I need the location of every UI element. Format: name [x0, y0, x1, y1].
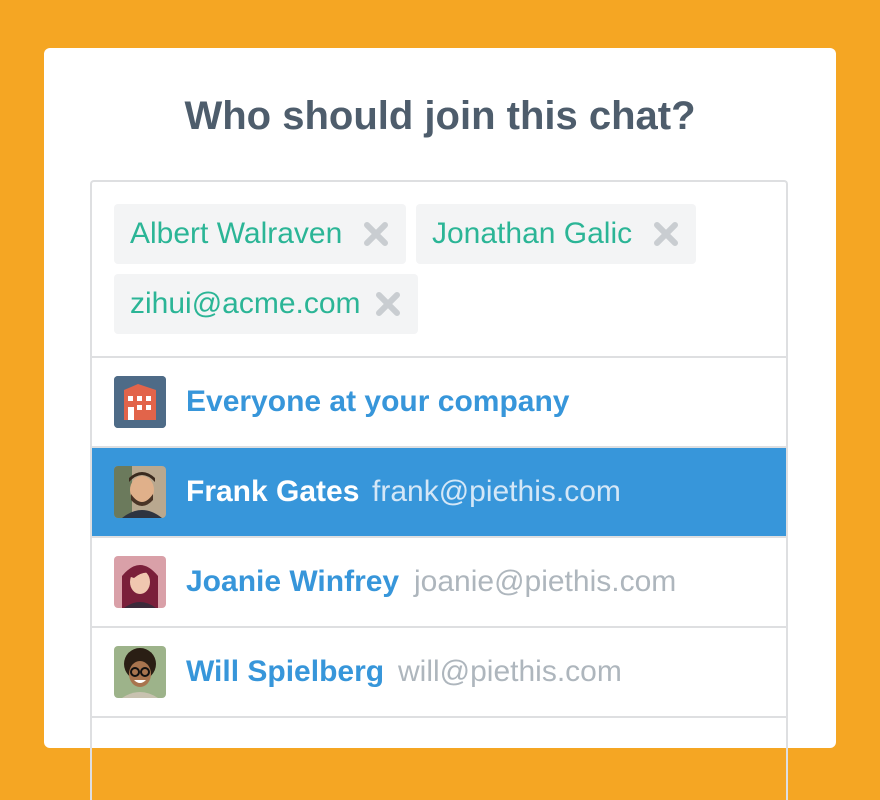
avatar [114, 646, 166, 698]
suggestion-name: Will Spielberg [186, 655, 385, 688]
avatar [114, 466, 166, 518]
chip-label: zihui@acme.com [130, 287, 361, 320]
suggestion-joanie-winfrey[interactable]: Joanie Winfrey joanie@piethis.com [92, 538, 786, 626]
recipient-picker[interactable]: Albert Walraven Jonathan Galic zihui@acm… [90, 180, 788, 800]
close-icon[interactable] [362, 220, 390, 248]
chip-label: Jonathan Galic [432, 217, 633, 250]
suggestion-name: Joanie Winfrey [186, 565, 400, 598]
dialog-title: Who should join this chat? [184, 94, 696, 138]
building-icon [114, 376, 166, 428]
chip-label: Albert Walraven [130, 217, 343, 250]
suggestion-name: Everyone at your company [186, 385, 570, 418]
close-icon[interactable] [374, 290, 402, 318]
suggestion-will-spielberg[interactable]: Will Spielberg will@piethis.com [92, 628, 786, 716]
chip-albert-walraven: Albert Walraven [114, 204, 406, 264]
chat-invite-dialog: Who should join this chat? Albert Walrav… [44, 48, 836, 800]
divider [92, 716, 786, 718]
avatar [114, 556, 166, 608]
suggestion-email: joanie@piethis.com [414, 565, 677, 598]
close-icon[interactable] [652, 220, 680, 248]
chip-zihui-email: zihui@acme.com [114, 274, 418, 334]
suggestion-everyone[interactable]: Everyone at your company [92, 358, 786, 446]
chip-jonathan-galic: Jonathan Galic [416, 204, 696, 264]
suggestion-frank-gates[interactable]: Frank Gates frank@piethis.com [92, 448, 786, 536]
suggestion-email: will@piethis.com [398, 655, 622, 688]
suggestion-email: frank@piethis.com [372, 475, 621, 508]
suggestion-name: Frank Gates [186, 475, 360, 508]
